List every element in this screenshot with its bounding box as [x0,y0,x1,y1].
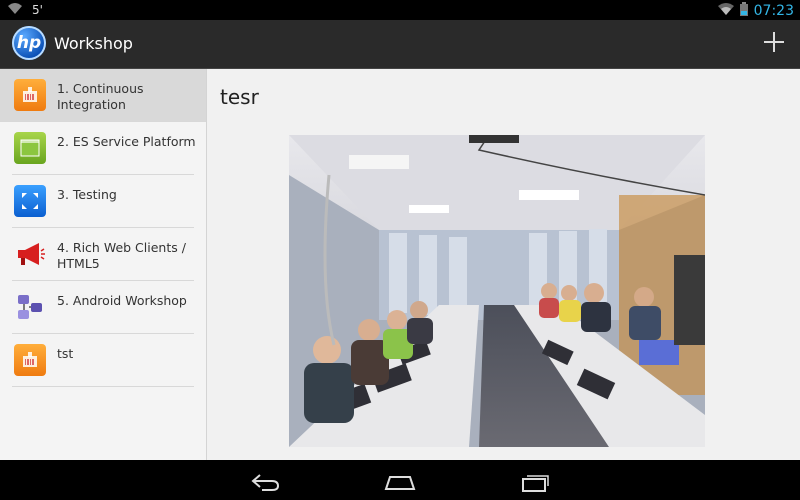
sidebar-item-label: 1. Continuous Integration [57,81,144,112]
home-icon [384,476,416,490]
battery-icon [739,2,748,19]
navigation-bar [0,460,800,500]
wifi-signal-icon [717,3,734,18]
detail-pane: tesr [207,69,800,460]
sidebar-item-testing[interactable]: 3. Testing [12,175,194,228]
page-title: tesr [220,85,259,109]
home-button[interactable] [380,470,420,494]
green-tablet-icon [14,132,46,164]
megaphone-icon [14,238,46,270]
orange-box-icon [14,79,46,111]
back-button[interactable] [245,470,285,494]
back-icon [251,474,280,491]
plus-icon [764,32,784,52]
signal-text: 5' [32,3,43,17]
blue-expand-icon [14,185,46,217]
sidebar-item-tst[interactable]: tst [12,334,194,387]
app-title: Workshop [54,34,133,53]
sidebar-item-android-workshop[interactable]: 5. Android Workshop [12,281,194,334]
sidebar-item-label: 4. Rich Web Clients / HTML5 [57,240,186,271]
sidebar-item-label: 3. Testing [57,187,117,202]
wifi-icon [8,3,22,17]
clock: 07:23 [753,2,794,19]
sidebar-item-es-service-platform[interactable]: 2. ES Service Platform [12,122,196,175]
workshop-photo [289,135,705,447]
hp-logo-icon[interactable]: hp [12,26,46,60]
status-bar: 5' 07:23 [0,0,800,20]
recent-apps-icon [522,475,549,492]
sidebar: 1. Continuous Integration 2. ES Service … [0,69,207,460]
orange-box-icon [14,344,46,376]
sidebar-item-continuous-integration[interactable]: 1. Continuous Integration [0,69,206,122]
action-bar: hp Workshop [0,20,800,69]
sidebar-item-label: tst [57,346,74,361]
add-button[interactable] [760,30,788,58]
network-icon [14,291,46,323]
sidebar-item-label: 5. Android Workshop [57,293,187,308]
sidebar-item-rich-web-clients[interactable]: 4. Rich Web Clients / HTML5 [12,228,194,281]
recent-apps-button[interactable] [516,470,556,494]
sidebar-item-label: 2. ES Service Platform [57,134,196,149]
